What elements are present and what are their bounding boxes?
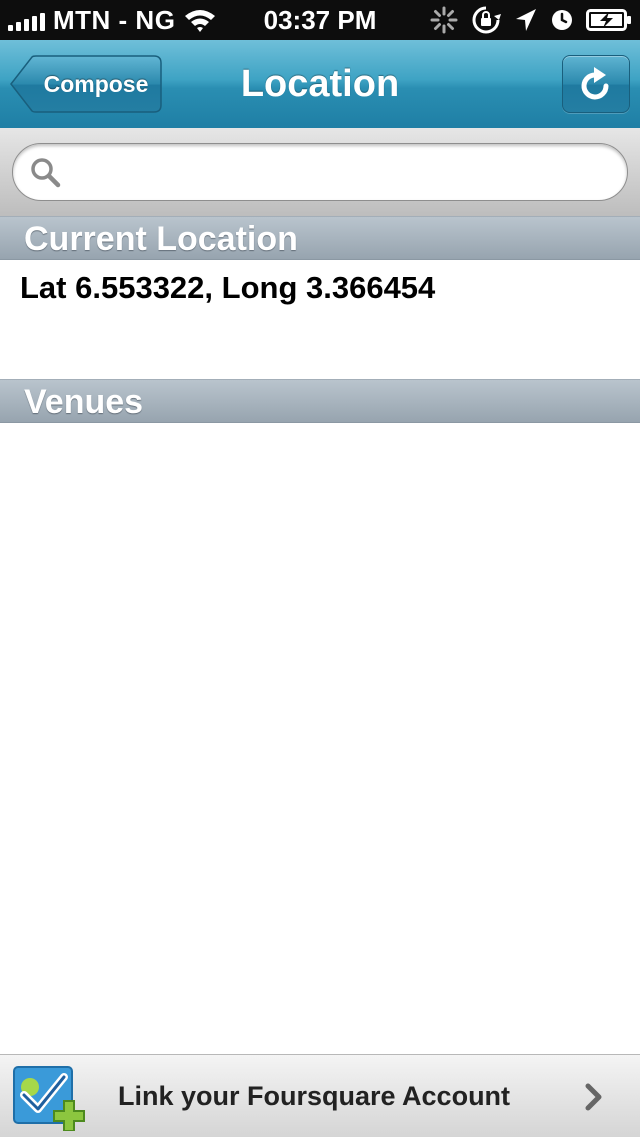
- search-field[interactable]: [12, 143, 628, 201]
- carrier-name: MTN - NG: [53, 4, 176, 35]
- link-foursquare-label: Link your Foursquare Account: [118, 1081, 511, 1111]
- search-bar: [0, 128, 640, 217]
- refresh-button[interactable]: [562, 55, 630, 113]
- link-foursquare-bar[interactable]: Link your Foursquare Account: [0, 1054, 640, 1137]
- status-time: 03:37 PM: [263, 5, 377, 35]
- refresh-icon: [581, 67, 609, 100]
- current-location-coordinates: Lat 6.553322, Long 3.366454: [20, 270, 436, 305]
- current-location-cell: Lat 6.553322, Long 3.366454: [0, 260, 640, 378]
- chevron-right-icon: [585, 1083, 602, 1111]
- page-title: Location: [240, 63, 400, 105]
- activity-spinner-icon: [430, 6, 458, 34]
- wifi-icon: [185, 10, 216, 32]
- location-arrow-icon: [516, 9, 536, 31]
- status-right: [430, 0, 632, 40]
- status-left: MTN - NG: [8, 0, 217, 40]
- foursquare-add-icon: [13, 1066, 85, 1131]
- rotation-lock-icon: [472, 6, 501, 34]
- signal-bars-icon: [8, 9, 45, 31]
- venues-list: [0, 423, 640, 1054]
- section-header-venues: Venues: [0, 379, 640, 423]
- section-title-venues: Venues: [24, 383, 144, 421]
- battery-charging-icon: [586, 9, 631, 31]
- section-header-current-location: Current Location: [0, 216, 640, 260]
- search-input[interactable]: [71, 152, 615, 194]
- section-title-current-location: Current Location: [24, 220, 298, 258]
- status-bar: MTN - NG 03:37 PM: [0, 0, 640, 40]
- alarm-clock-icon: [552, 10, 572, 30]
- search-icon: [31, 158, 61, 188]
- navigation-bar: Compose Location: [0, 40, 640, 129]
